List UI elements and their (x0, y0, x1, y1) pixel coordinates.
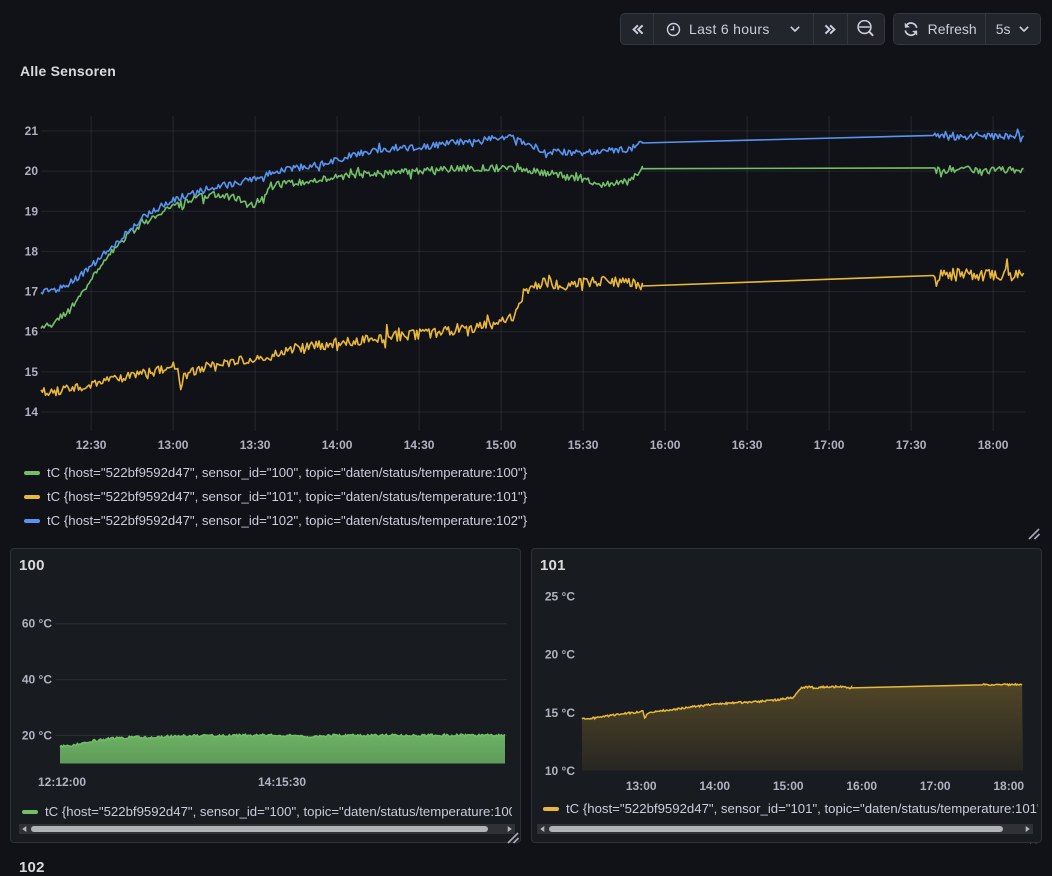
svg-text:12:30: 12:30 (76, 438, 107, 452)
svg-text:25 °C: 25 °C (545, 589, 575, 603)
svg-text:20: 20 (25, 164, 39, 178)
svg-text:12:12:00: 12:12:00 (38, 775, 86, 789)
svg-text:14: 14 (25, 405, 39, 419)
svg-text:17:00: 17:00 (920, 779, 951, 793)
svg-text:16:30: 16:30 (732, 438, 763, 452)
svg-text:14:30: 14:30 (404, 438, 435, 452)
svg-text:18: 18 (25, 244, 39, 258)
svg-text:21: 21 (25, 124, 39, 138)
svg-text:15 °C: 15 °C (545, 706, 575, 720)
svg-text:60 °C: 60 °C (22, 617, 52, 631)
svg-text:19: 19 (25, 204, 39, 218)
svg-text:20 °C: 20 °C (22, 729, 52, 743)
svg-text:18:00: 18:00 (993, 779, 1024, 793)
svg-text:40 °C: 40 °C (22, 673, 52, 687)
svg-text:20 °C: 20 °C (545, 648, 575, 662)
svg-text:15:00: 15:00 (773, 779, 804, 793)
svg-text:13:00: 13:00 (158, 438, 189, 452)
svg-text:13:30: 13:30 (240, 438, 271, 452)
svg-text:13:00: 13:00 (626, 779, 657, 793)
svg-text:16:00: 16:00 (846, 779, 877, 793)
svg-text:18:00: 18:00 (978, 438, 1009, 452)
svg-text:14:00: 14:00 (699, 779, 730, 793)
svg-text:10 °C: 10 °C (545, 764, 575, 778)
svg-text:15: 15 (25, 365, 39, 379)
svg-text:16:00: 16:00 (650, 438, 681, 452)
svg-text:14:15:30: 14:15:30 (258, 775, 306, 789)
svg-text:17: 17 (25, 285, 39, 299)
svg-text:17:00: 17:00 (814, 438, 845, 452)
svg-text:14:00: 14:00 (322, 438, 353, 452)
svg-text:15:00: 15:00 (486, 438, 517, 452)
svg-text:17:30: 17:30 (896, 438, 927, 452)
svg-text:15:30: 15:30 (568, 438, 599, 452)
svg-text:16: 16 (25, 325, 39, 339)
